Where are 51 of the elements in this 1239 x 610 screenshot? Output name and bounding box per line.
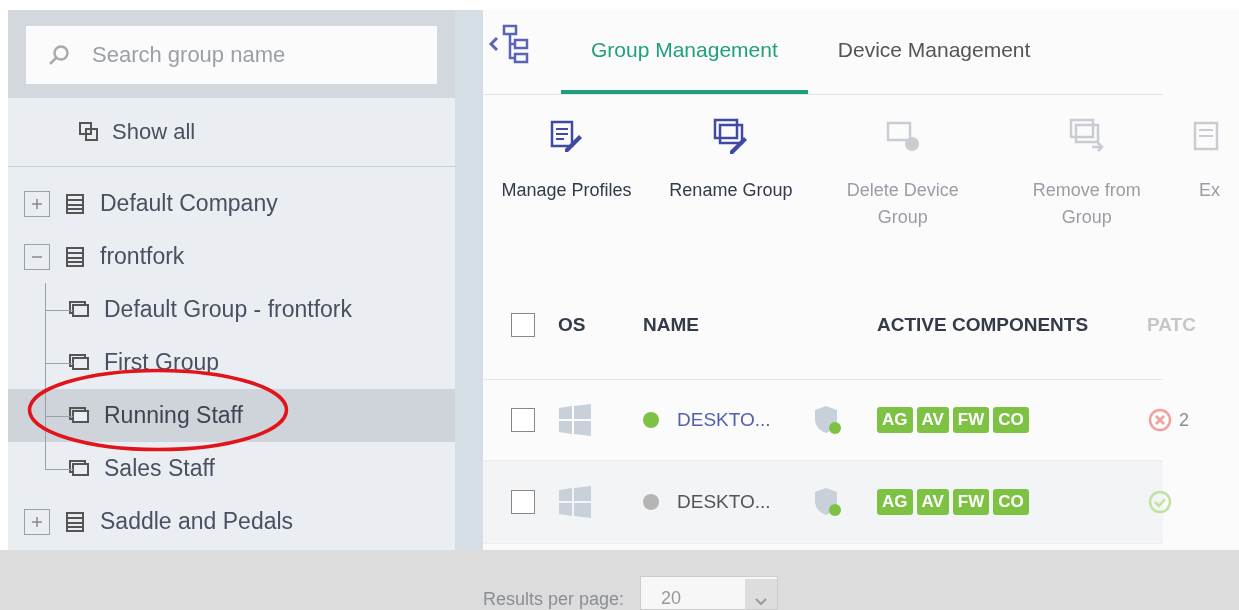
tree-item[interactable]: Saddle and Pedals [8, 495, 455, 548]
toolbar-button[interactable]: Manage Profiles [483, 117, 650, 271]
checkbox[interactable] [511, 408, 535, 432]
shield-icon [813, 486, 843, 518]
hierarchy-icon[interactable] [501, 24, 531, 64]
windows-icon [558, 404, 592, 436]
tree-item[interactable]: Default Group - frontfork [8, 283, 455, 336]
patch-count: 2 [1179, 409, 1189, 431]
expand-icon[interactable] [24, 190, 50, 217]
chevron-left-icon[interactable] [487, 34, 499, 54]
component-tag: AG [877, 489, 913, 515]
windows-icon [558, 486, 592, 518]
tree-item[interactable]: First Group [8, 336, 455, 389]
server-icon [64, 510, 86, 533]
device-link[interactable]: DESKTO... [677, 409, 771, 431]
tree-item[interactable]: Running Staff [8, 389, 455, 442]
component-tag: CO [993, 407, 1029, 433]
search-field[interactable]: Search group name [26, 26, 437, 84]
collapse-icon[interactable] [24, 243, 50, 270]
checkbox[interactable] [511, 490, 535, 514]
component-tag: CO [993, 489, 1029, 515]
component-tag: FW [952, 489, 990, 515]
component-tag: AG [877, 407, 913, 433]
component-tag: FW [952, 407, 990, 433]
column-header: OS [558, 314, 587, 336]
column-header: NAME [643, 314, 700, 336]
shield-icon [813, 404, 843, 436]
toolbar-button[interactable]: Rename Group [649, 117, 812, 271]
show-all-button[interactable]: Show all [8, 98, 455, 167]
column-header: ACTIVE COMPONENTS [877, 314, 1090, 336]
tree-item[interactable]: frontfork [8, 230, 455, 283]
expand-icon[interactable] [24, 508, 50, 535]
checkbox[interactable] [511, 313, 535, 337]
monitor-icon [68, 352, 90, 373]
edit-icon [711, 117, 750, 155]
monitor-icon [68, 405, 90, 426]
device-name: DESKTO... [677, 491, 771, 513]
check-circle-icon [1147, 489, 1173, 515]
tree-item[interactable]: Default Company [8, 177, 455, 230]
component-tag: AV [916, 489, 949, 515]
tab[interactable]: Device Management [807, 10, 1061, 94]
monitor-icon [68, 299, 90, 320]
component-tag: AV [916, 407, 949, 433]
server-icon [64, 192, 86, 215]
search-icon [48, 44, 70, 66]
results-per-page-label: Results per page: [483, 589, 625, 610]
tree-item[interactable]: Sales Staff [8, 442, 455, 495]
error-icon [1147, 407, 1173, 433]
monitor-icon [68, 458, 90, 479]
server-icon [64, 245, 86, 268]
windows-stack-icon [78, 121, 100, 143]
